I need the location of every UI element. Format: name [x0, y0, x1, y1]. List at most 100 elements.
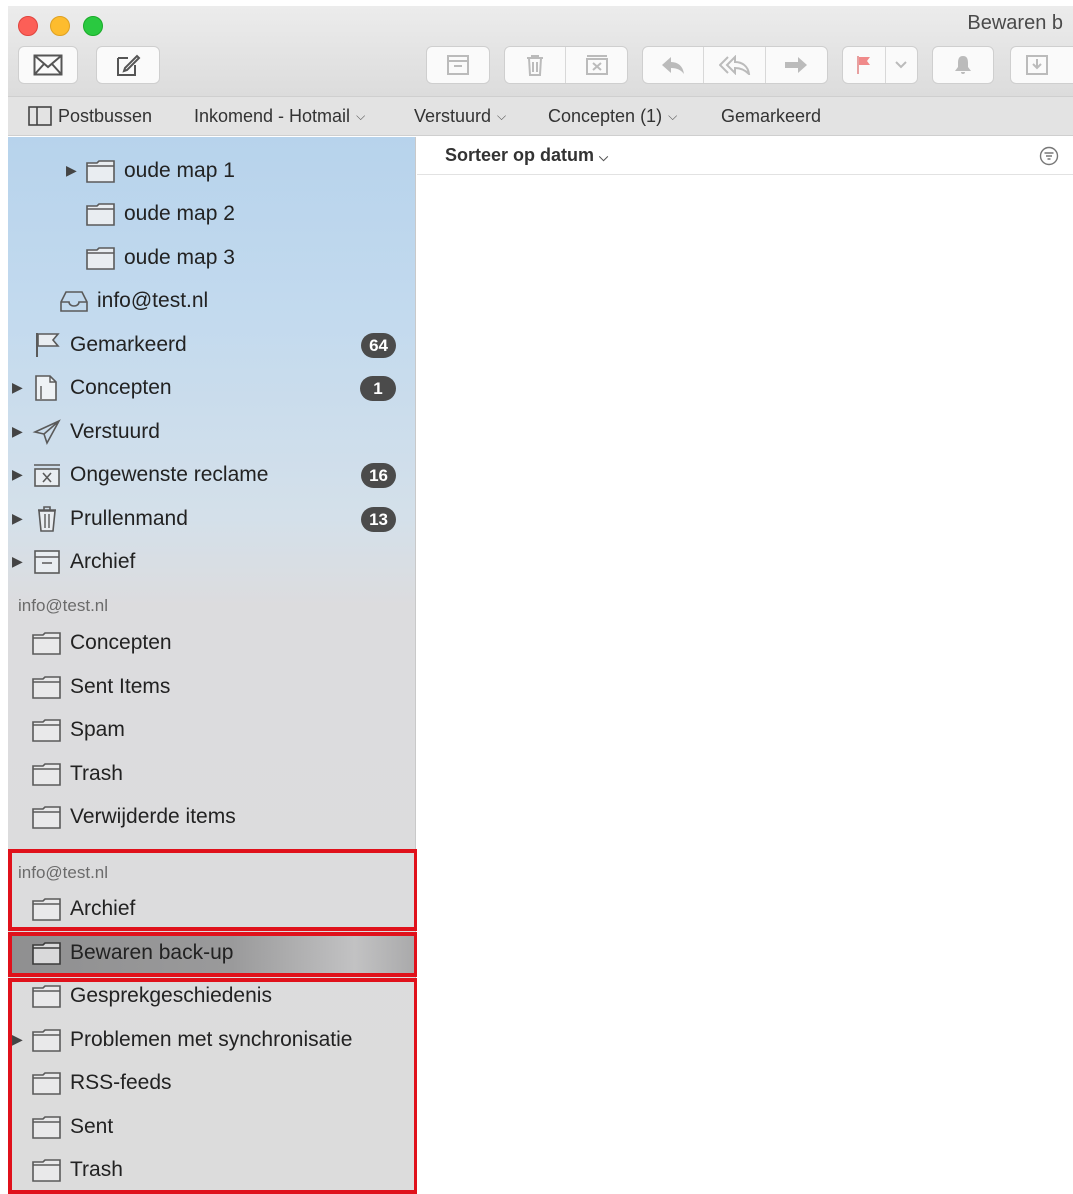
chevron-down-icon: ⌵ [668, 108, 678, 123]
folder-icon [86, 160, 115, 183]
paper-plane-icon [32, 419, 61, 445]
fav-drafts[interactable]: Concepten (1) ⌵ [548, 106, 677, 127]
bell-icon [955, 56, 971, 74]
sidebar-item-label: Gemarkeerd [70, 333, 187, 356]
sidebar-item-oude-map-2[interactable]: oude map 2 [8, 193, 415, 236]
sidebar-item-label: Concepten [70, 376, 172, 399]
flag-icon [36, 333, 60, 357]
sidebar-item-label: Trash [70, 762, 123, 785]
filter-icon[interactable] [1039, 146, 1059, 166]
delete-button[interactable] [505, 47, 567, 83]
disclosure-triangle-icon[interactable]: ▶ [12, 553, 23, 570]
trash-icon [527, 55, 543, 76]
inbox-tray-icon [60, 291, 88, 312]
sidebar-item-inbox-account[interactable]: info@test.nl [8, 280, 415, 323]
sidebar-item-verwijderde-items[interactable]: Verwijderde items [8, 796, 415, 839]
compose-button[interactable] [96, 46, 160, 84]
fav-sent[interactable]: Verstuurd ⌵ [414, 106, 506, 127]
fav-drafts-label: Concepten (1) [548, 105, 663, 126]
archive-button[interactable] [426, 46, 490, 84]
reply-button[interactable] [643, 47, 705, 83]
sidebar-item-label: oude map 2 [124, 202, 235, 225]
sidebar-item-label: oude map 1 [124, 159, 235, 182]
close-window-button[interactable] [18, 16, 38, 36]
sidebar-item-trash-imap[interactable]: Trash [8, 753, 415, 796]
sidebar-item-gemarkeerd[interactable]: Gemarkeerd 64 [8, 324, 415, 367]
reply-all-icon [718, 55, 750, 75]
account-section-header: info@test.nl [18, 596, 109, 615]
flag-menu-button[interactable] [842, 46, 918, 84]
fav-inbox[interactable]: Inkomend - Hotmail ⌵ [194, 106, 365, 127]
highlight-box-section-header [8, 849, 418, 931]
sidebar-item-concepten-imap[interactable]: Concepten [8, 622, 415, 665]
junk-icon [585, 55, 608, 75]
fav-flagged-label: Gemarkeerd [721, 105, 822, 126]
disclosure-triangle-icon[interactable]: ▶ [12, 466, 23, 483]
mailboxes-label: Postbussen [58, 105, 153, 126]
sidebar-item-label: Prullenmand [70, 507, 188, 530]
sidebar-item-spam[interactable]: Spam [8, 709, 415, 752]
move-button[interactable] [1010, 46, 1073, 84]
sidebar-item-sent-items[interactable]: Sent Items [8, 666, 415, 709]
reply-all-button[interactable] [704, 47, 766, 83]
forward-icon [785, 57, 808, 73]
mailboxes-toggle[interactable]: Postbussen [28, 106, 152, 127]
zoom-window-button[interactable] [83, 16, 103, 36]
junk-icon [34, 464, 60, 487]
fav-sent-label: Verstuurd [414, 105, 492, 126]
disclosure-triangle-icon[interactable]: ▶ [12, 510, 23, 527]
envelope-icon [33, 54, 63, 76]
unread-count-badge: 64 [361, 333, 396, 358]
sort-menu[interactable]: Sorteer op datum ⌵ [445, 145, 608, 166]
sidebar-item-concepten[interactable]: ▶ Concepten 1 [8, 367, 415, 410]
sidebar-item-label: Concepten [70, 631, 172, 654]
junk-button[interactable] [566, 47, 627, 83]
favorites-bar: Postbussen Inkomend - Hotmail ⌵ Verstuur… [8, 96, 1073, 136]
window-title: Bewaren b [967, 12, 1063, 34]
folder-icon [32, 632, 61, 655]
sidebar-item-oude-map-3[interactable]: oude map 3 [8, 237, 415, 280]
get-mail-button[interactable] [18, 46, 78, 84]
fav-flagged[interactable]: Gemarkeerd [721, 106, 821, 127]
disclosure-triangle-icon[interactable]: ▶ [12, 423, 23, 440]
sidebar-item-label: Spam [70, 718, 125, 741]
sort-label: Sorteer op datum [445, 145, 595, 165]
delete-junk-group [504, 46, 628, 84]
sidebar-item-label: oude map 3 [124, 246, 235, 269]
folder-icon [86, 247, 115, 270]
trash-icon [38, 506, 56, 532]
sidebar-item-label: Verwijderde items [70, 805, 236, 828]
sidebar-item-label: Archief [70, 550, 136, 573]
folder-icon [32, 763, 61, 786]
notifications-button[interactable] [932, 46, 994, 84]
reply-group [642, 46, 828, 84]
forward-button[interactable] [766, 47, 827, 83]
chevron-down-icon: ⌵ [356, 108, 366, 123]
disclosure-triangle-icon[interactable]: ▶ [66, 162, 77, 179]
highlight-box-remaining-folders [8, 978, 418, 1194]
fav-inbox-label: Inkomend - Hotmail [194, 105, 351, 126]
unread-count-badge: 1 [360, 376, 396, 401]
chevron-down-icon [895, 61, 908, 69]
minimize-window-button[interactable] [50, 16, 70, 36]
sidebar-item-verstuurd[interactable]: ▶ Verstuurd [8, 411, 415, 454]
message-list[interactable] [417, 176, 1073, 1194]
compose-icon [117, 54, 141, 76]
sidebar-item-archief[interactable]: ▶ Archief [8, 541, 415, 584]
sidebar-item-label: info@test.nl [97, 289, 209, 312]
disclosure-triangle-icon[interactable]: ▶ [12, 379, 23, 396]
sidebar-item-ongewenste-reclame[interactable]: ▶ Ongewenste reclame 16 [8, 454, 415, 497]
unread-count-badge: 13 [361, 507, 396, 532]
move-icon [1026, 55, 1048, 75]
sidebar-item-label: Ongewenste reclame [70, 463, 269, 486]
sidebar-item-oude-map-1[interactable]: ▶ oude map 1 [8, 150, 415, 193]
folder-icon [86, 203, 115, 226]
sidebar-item-label: Verstuurd [70, 420, 160, 443]
chevron-down-icon: ⌵ [497, 108, 507, 123]
folder-icon [32, 806, 61, 829]
highlight-box-selected-folder [8, 932, 418, 977]
flag-icon [856, 56, 870, 74]
sidebar-item-prullenmand[interactable]: ▶ Prullenmand 13 [8, 498, 415, 541]
archive-icon [34, 550, 60, 574]
sidebar-icon [28, 106, 52, 126]
